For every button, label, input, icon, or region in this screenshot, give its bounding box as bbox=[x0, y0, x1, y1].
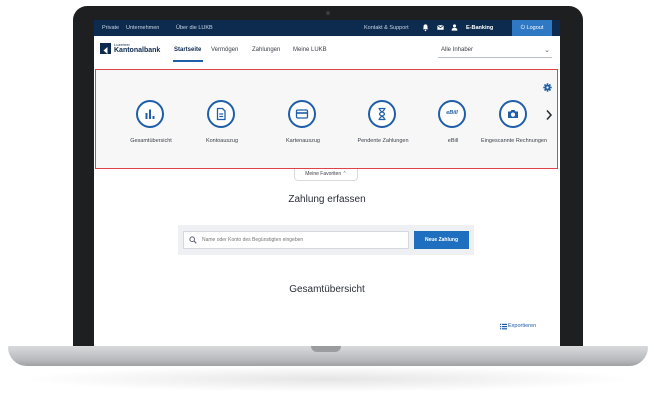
nav-item-my-lukb[interactable]: Meine LUKB bbox=[293, 47, 327, 53]
ebanking-label[interactable]: E-Banking bbox=[466, 25, 493, 31]
shortcut-panel: Gesamtübersicht Kontoauszug Kartenauszug bbox=[95, 69, 558, 169]
active-tab-indicator bbox=[173, 60, 203, 62]
chevron-down-icon: ⌄ bbox=[544, 47, 550, 54]
laptop-notch bbox=[311, 346, 341, 352]
bell-icon[interactable] bbox=[421, 23, 430, 32]
shortcut-pending-payments-label: Pendente Zahlungen bbox=[357, 138, 409, 144]
main-nav: Luzerner Kantonalbank Startseite Vermöge… bbox=[94, 36, 560, 64]
shortcut-account-statement[interactable]: Kontoauszug bbox=[187, 70, 257, 170]
shortcut-card-statement[interactable]: Kartenauszug bbox=[268, 70, 338, 170]
nav-item-assets[interactable]: Vermögen bbox=[211, 47, 238, 53]
owner-select-value: Alle Inhaber bbox=[441, 47, 474, 53]
logout-button[interactable]: ⏻ Logout bbox=[512, 20, 552, 36]
shortcut-overview-label: Gesamtübersicht bbox=[130, 138, 172, 144]
beneficiary-search-input[interactable] bbox=[183, 231, 409, 249]
shortcut-ebill[interactable]: eBill eBill bbox=[418, 70, 488, 170]
shortcut-scanned-invoices-circle bbox=[499, 100, 527, 128]
chevron-up-icon: ⌃ bbox=[342, 171, 347, 177]
webcam bbox=[326, 11, 330, 15]
shortcut-ebill-label: eBill bbox=[447, 138, 459, 144]
favorites-label: Meine Favoriten bbox=[305, 171, 342, 177]
bank-logo-icon[interactable] bbox=[100, 43, 111, 54]
document-icon bbox=[216, 107, 226, 121]
mail-icon[interactable] bbox=[436, 23, 445, 32]
favorites-tab[interactable]: Meine Favoriten ⌃ bbox=[294, 169, 358, 181]
camera-icon bbox=[508, 110, 518, 118]
export-link[interactable]: Exportieren bbox=[508, 323, 536, 329]
ebill-icon: eBill bbox=[438, 100, 466, 128]
search-icon bbox=[189, 236, 197, 244]
ebill-icon-text: eBill bbox=[446, 110, 458, 116]
logout-label: Logout bbox=[526, 25, 544, 31]
shortcut-pending-payments-circle bbox=[368, 100, 396, 128]
shortcut-card-statement-label: Kartenauszug bbox=[286, 138, 320, 144]
nav-item-home[interactable]: Startseite bbox=[174, 47, 201, 53]
bar-chart-icon bbox=[145, 109, 155, 119]
power-icon: ⏻ bbox=[520, 25, 525, 31]
overview-heading: Gesamtübersicht bbox=[289, 284, 365, 295]
list-icon[interactable] bbox=[500, 323, 507, 330]
top-link-private[interactable]: Private bbox=[102, 25, 119, 31]
top-link-contact[interactable]: Kontakt & Support bbox=[364, 25, 409, 31]
top-link-business[interactable]: Unternehmen bbox=[126, 25, 159, 31]
payment-heading: Zahlung erfassen bbox=[288, 194, 366, 205]
new-payment-button[interactable]: Neue Zahlung bbox=[414, 231, 469, 249]
logo-text-main: Kantonalbank bbox=[114, 47, 161, 54]
payment-search-bar: Neue Zahlung bbox=[178, 225, 474, 255]
shortcut-account-statement-circle bbox=[207, 100, 235, 128]
shortcut-scanned-invoices[interactable]: Eingescannte Rechnungen bbox=[479, 70, 549, 170]
hourglass-icon bbox=[378, 107, 386, 121]
top-bar: Private Unternehmen Über die LUKB Kontak… bbox=[94, 20, 560, 36]
owner-select[interactable]: Alle Inhaber ⌄ bbox=[438, 46, 552, 58]
shortcut-scanned-invoices-label: Eingescannte Rechnungen bbox=[480, 138, 548, 144]
shortcut-account-statement-label: Kontoauszug bbox=[205, 138, 239, 144]
chevron-right-icon[interactable] bbox=[545, 109, 553, 121]
shortcut-pending-payments[interactable]: Pendente Zahlungen bbox=[348, 70, 418, 170]
nav-item-payments[interactable]: Zahlungen bbox=[252, 47, 280, 53]
shortcut-overview-circle bbox=[136, 100, 164, 128]
screen: Private Unternehmen Über die LUKB Kontak… bbox=[94, 20, 560, 346]
shortcut-card-statement-circle bbox=[288, 100, 316, 128]
shortcut-overview[interactable]: Gesamtübersicht bbox=[116, 70, 186, 170]
user-icon[interactable] bbox=[450, 23, 459, 32]
top-link-about[interactable]: Über die LUKB bbox=[176, 25, 213, 31]
laptop-shadow bbox=[20, 366, 636, 392]
credit-card-icon bbox=[295, 109, 309, 119]
